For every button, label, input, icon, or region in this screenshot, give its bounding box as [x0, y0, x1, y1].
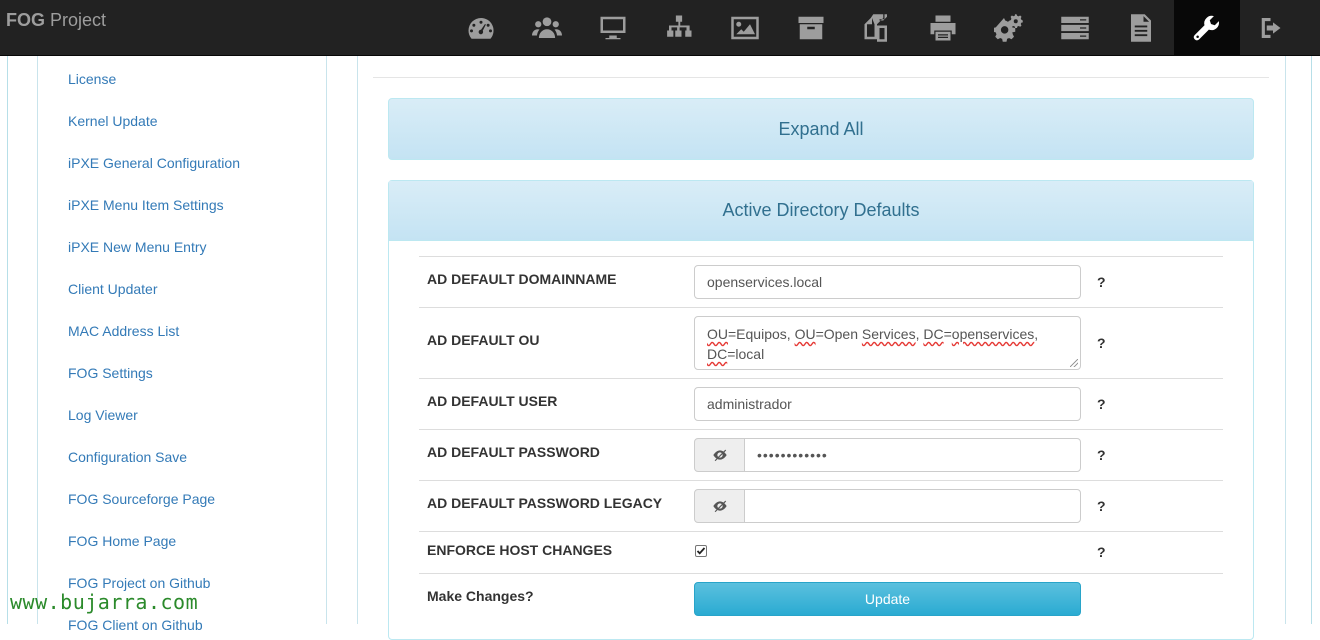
hosts-icon[interactable]: [580, 0, 646, 56]
ad-ou-text-segment: =: [943, 326, 952, 342]
ad-ou-text-segment: Services: [861, 326, 916, 342]
sidebar-item-log-viewer[interactable]: Log Viewer: [68, 407, 138, 423]
help-icon[interactable]: ?: [1097, 335, 1106, 351]
ad-ou-text-segment: OU: [794, 326, 816, 342]
logout-icon[interactable]: [1240, 0, 1306, 56]
toggle-visibility-button[interactable]: [694, 438, 745, 472]
update-button[interactable]: Update: [694, 582, 1081, 616]
page-frame-left: [7, 56, 8, 624]
make-changes-label: Make Changes?: [427, 588, 534, 604]
sidebar-item-fog-sourceforge-page[interactable]: FOG Sourceforge Page: [68, 491, 215, 507]
ad-domainname-label: AD DEFAULT DOMAINNAME: [427, 271, 617, 287]
row-divider: [419, 429, 1223, 430]
ad-password-label: AD DEFAULT PASSWORD: [427, 444, 600, 460]
panel-title[interactable]: Active Directory Defaults: [389, 181, 1253, 241]
eye-slash-icon: [712, 449, 727, 462]
ad-password-legacy-label: AD DEFAULT PASSWORD LEGACY: [427, 495, 663, 511]
divider: [373, 77, 1269, 78]
help-icon[interactable]: ?: [1097, 274, 1106, 290]
ad-ou-text-segment: openservices: [951, 326, 1035, 342]
sidebar-item-license[interactable]: License: [68, 71, 116, 87]
nav-icon-bar: [448, 0, 1306, 56]
ad-ou-text-segment: =local: [727, 346, 765, 362]
sidebar-item-ipxe-menu-item-settings[interactable]: iPXE Menu Item Settings: [68, 197, 224, 213]
row-divider: [419, 573, 1223, 574]
sidebar-item-fog-project-on-github[interactable]: FOG Project on Github: [68, 575, 210, 591]
help-icon[interactable]: ?: [1097, 447, 1106, 463]
ad-ou-text-segment: OU: [707, 326, 728, 342]
sidebar-item-kernel-update[interactable]: Kernel Update: [68, 113, 158, 129]
sidebar-item-client-updater[interactable]: Client Updater: [68, 281, 158, 297]
check-icon: [696, 547, 706, 555]
brand-logo[interactable]: FOG Project: [6, 10, 106, 31]
row-divider: [419, 256, 1223, 257]
sidebar-item-mac-address-list[interactable]: MAC Address List: [68, 323, 179, 339]
help-icon[interactable]: ?: [1097, 396, 1106, 412]
ad-ou-text-segment: =Equipos,: [728, 326, 795, 342]
ad-ou-text-segment: DC: [707, 346, 728, 362]
ad-ou-value-line-1: OU=Equipos, OU=Open Services, DC=openser…: [707, 324, 1068, 344]
sidebar-item-configuration-save[interactable]: Configuration Save: [68, 449, 187, 465]
ad-ou-value-line-2: DC=local: [707, 344, 1068, 364]
ad-password-legacy-group: [694, 489, 1081, 523]
eye-slash-icon: [712, 500, 727, 513]
row-divider: [419, 531, 1223, 532]
enforce-host-changes-label: ENFORCE HOST CHANGES: [427, 542, 613, 558]
ad-user-label: AD DEFAULT USER: [427, 393, 558, 409]
groups-icon[interactable]: [646, 0, 712, 56]
expand-all-button[interactable]: Expand All: [388, 98, 1254, 160]
sidebar-item-fog-client-on-github[interactable]: FOG Client on Github: [68, 617, 203, 633]
ad-ou-label: AD DEFAULT OU: [427, 332, 540, 348]
users-icon[interactable]: [514, 0, 580, 56]
settings-icon[interactable]: [1174, 0, 1240, 56]
snapins-icon[interactable]: [844, 0, 910, 56]
resize-handle[interactable]: [1070, 359, 1078, 367]
help-icon[interactable]: ?: [1097, 498, 1106, 514]
ad-user-input[interactable]: administrador: [694, 387, 1081, 421]
ad-password-group: ••••••••••••: [694, 438, 1081, 472]
enforce-host-changes-checkbox[interactable]: [695, 545, 707, 557]
ad-ou-textarea[interactable]: OU=Equipos, OU=Open Services, DC=openser…: [694, 316, 1081, 370]
ad-domainname-input[interactable]: openservices.local: [694, 265, 1081, 299]
ad-ou-text-segment: =Open: [815, 326, 862, 342]
printers-icon[interactable]: [910, 0, 976, 56]
watermark: www.bujarra.com: [10, 590, 199, 614]
sidebar-item-ipxe-new-menu-entry[interactable]: iPXE New Menu Entry: [68, 239, 207, 255]
toggle-visibility-button[interactable]: [694, 489, 745, 523]
sidebar-item-fog-home-page[interactable]: FOG Home Page: [68, 533, 176, 549]
row-divider: [419, 480, 1223, 481]
settings-sidebar: License Kernel Update iPXE General Confi…: [37, 56, 327, 633]
page-frame-right: [1311, 56, 1312, 624]
sidebar-item-ipxe-general-configuration[interactable]: iPXE General Configuration: [68, 155, 240, 171]
reports-icon[interactable]: [1108, 0, 1174, 56]
service-icon[interactable]: [976, 0, 1042, 56]
ad-ou-text-segment: DC: [923, 326, 944, 342]
storage-icon[interactable]: [778, 0, 844, 56]
help-icon[interactable]: ?: [1097, 544, 1106, 560]
ad-password-input[interactable]: ••••••••••••: [744, 438, 1081, 472]
tasks-icon[interactable]: [1042, 0, 1108, 56]
dashboard-icon[interactable]: [448, 0, 514, 56]
row-divider: [419, 307, 1223, 308]
ad-password-legacy-input[interactable]: [744, 489, 1081, 523]
ad-ou-text-segment: ,: [1034, 326, 1039, 342]
images-icon[interactable]: [712, 0, 778, 56]
sidebar-item-fog-settings[interactable]: FOG Settings: [68, 365, 153, 381]
top-navbar: FOG Project: [0, 0, 1320, 56]
row-divider: [419, 378, 1223, 379]
